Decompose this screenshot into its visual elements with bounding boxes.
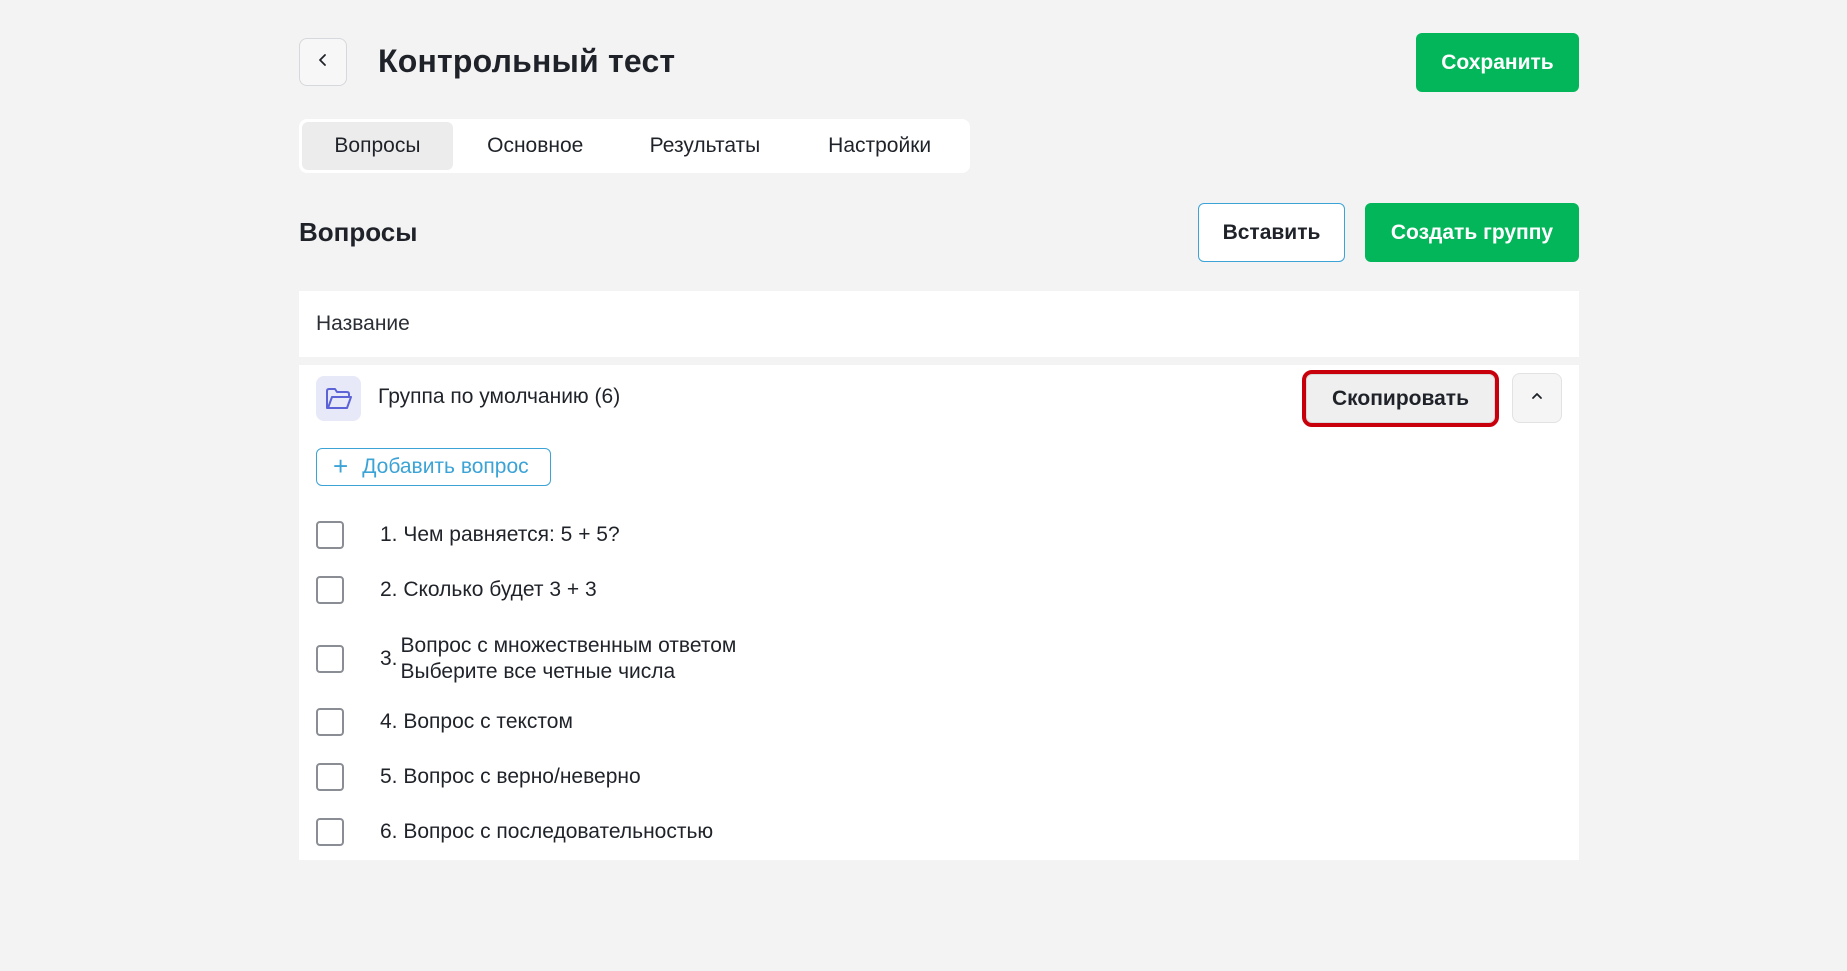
create-group-button[interactable]: Создать группу: [1365, 203, 1579, 262]
paste-button[interactable]: Вставить: [1198, 203, 1345, 262]
question-row: 3. Вопрос с множественным ответом Выбери…: [316, 633, 736, 685]
column-header-name: Название: [316, 312, 410, 335]
question-row: 5. Вопрос с верно/неверно: [316, 763, 641, 791]
section-title: Вопросы: [299, 217, 418, 247]
question-line: Вопрос с множественным ответом: [400, 634, 737, 657]
question-row: 2. Сколько будет 3 + 3: [316, 576, 597, 604]
tab-bar: Вопросы Основное Результаты Настройки: [299, 119, 970, 173]
question-text[interactable]: 1. Чем равняется: 5 + 5?: [380, 522, 620, 548]
page-title: Контрольный тест: [378, 43, 676, 79]
question-number: 3.: [380, 647, 398, 670]
question-checkbox[interactable]: [316, 763, 344, 791]
question-checkbox[interactable]: [316, 576, 344, 604]
chevron-up-icon: [1530, 389, 1544, 408]
plus-icon: +: [333, 451, 349, 481]
question-text[interactable]: 4. Вопрос с текстом: [380, 709, 573, 735]
table-header: Название: [299, 291, 1579, 357]
question-checkbox[interactable]: [316, 818, 344, 846]
back-button[interactable]: [299, 38, 347, 86]
question-text[interactable]: 6. Вопрос с последовательностью: [380, 819, 713, 845]
question-line: Выберите все четные числа: [400, 660, 676, 683]
group-title: Группа по умолчанию (6): [378, 385, 621, 408]
tab-results[interactable]: Результаты: [618, 122, 793, 170]
question-checkbox[interactable]: [316, 645, 344, 673]
tab-main[interactable]: Основное: [453, 122, 618, 170]
collapse-button[interactable]: [1512, 373, 1562, 423]
question-text[interactable]: 5. Вопрос с верно/неверно: [380, 764, 641, 790]
question-row: 4. Вопрос с текстом: [316, 708, 573, 736]
question-checkbox[interactable]: [316, 521, 344, 549]
question-row: 1. Чем равняется: 5 + 5?: [316, 521, 620, 549]
question-checkbox[interactable]: [316, 708, 344, 736]
question-text[interactable]: 3. Вопрос с множественным ответом Выбери…: [380, 633, 736, 685]
page-header: Контрольный тест Сохранить: [299, 33, 1579, 93]
question-row: 6. Вопрос с последовательностью: [316, 818, 713, 846]
save-button[interactable]: Сохранить: [1416, 33, 1579, 92]
chevron-left-icon: [316, 53, 330, 72]
add-question-button[interactable]: + Добавить вопрос: [316, 448, 551, 486]
folder-open-icon: [316, 376, 361, 421]
copy-button[interactable]: Скопировать: [1302, 370, 1499, 427]
add-question-label: Добавить вопрос: [362, 455, 529, 478]
tab-settings[interactable]: Настройки: [792, 122, 967, 170]
question-group: Группа по умолчанию (6) Скопировать + До…: [299, 365, 1579, 860]
question-text[interactable]: 2. Сколько будет 3 + 3: [380, 577, 597, 603]
tab-questions[interactable]: Вопросы: [302, 122, 453, 170]
